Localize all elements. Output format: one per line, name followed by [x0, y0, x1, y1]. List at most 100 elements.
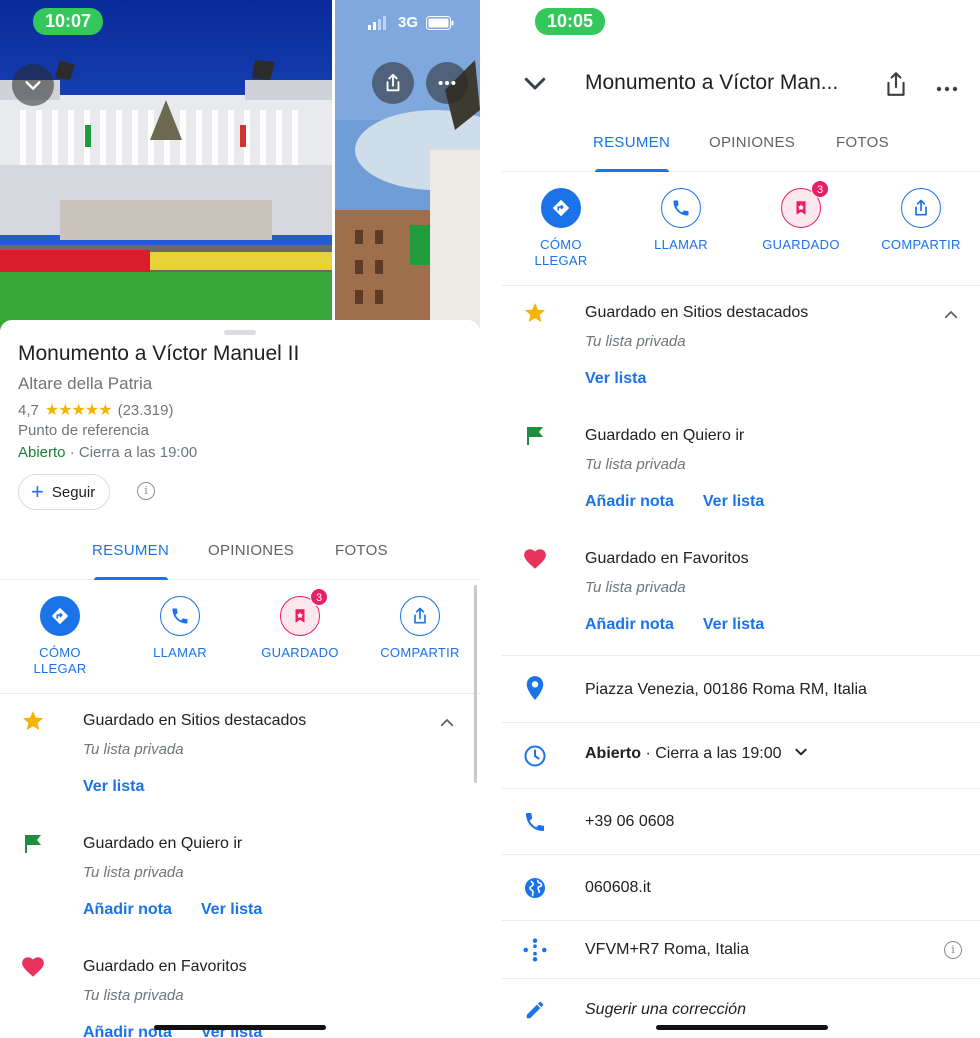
- hero-share-button[interactable]: [372, 62, 414, 104]
- follow-label: Seguir: [51, 483, 96, 501]
- tab-bar: RESUMEN OPINIONES FOTOS: [502, 114, 980, 172]
- signal-icon: [367, 15, 386, 30]
- collapse-button[interactable]: [12, 64, 54, 106]
- directions-button[interactable]: CÓMO LLEGAR: [0, 596, 120, 677]
- photo-carousel[interactable]: 10:07 3G: [0, 0, 480, 330]
- monument-photo[interactable]: [0, 0, 332, 330]
- tab-summary[interactable]: RESUMEN: [92, 522, 169, 580]
- add-note-link[interactable]: Añadir nota: [585, 493, 674, 511]
- place-category: Punto de referencia: [18, 422, 149, 439]
- scrollbar[interactable]: [474, 585, 477, 783]
- phone-icon: [160, 596, 200, 636]
- screen-divider: [480, 0, 502, 1038]
- website-row[interactable]: 060608.it: [502, 855, 980, 921]
- tab-reviews[interactable]: OPINIONES: [208, 522, 294, 580]
- add-note-link[interactable]: Añadir nota: [83, 901, 172, 919]
- heart-icon: [522, 546, 548, 572]
- hours-summary: Abierto · Cierra a las 19:00: [18, 444, 197, 461]
- chevron-up-icon: [440, 719, 454, 727]
- location-pin-icon: [522, 675, 548, 701]
- saved-list-title: Guardado en Favoritos: [83, 958, 247, 975]
- plus-icon: +: [31, 479, 44, 504]
- status-indicators: 3G: [367, 14, 454, 31]
- monument-side-photo[interactable]: [335, 0, 480, 330]
- saved-list-title: Guardado en Favoritos: [585, 550, 749, 567]
- open-status: Abierto: [585, 745, 641, 762]
- rating-value: 4,7: [18, 401, 39, 419]
- view-list-link[interactable]: Ver lista: [83, 778, 144, 796]
- collapse-lists-button[interactable]: [438, 714, 456, 737]
- left-screen: 10:07 3G Monumento a Víctor Manuel II Al: [0, 0, 480, 1038]
- view-list-link[interactable]: Ver lista: [703, 616, 764, 634]
- chevron-up-icon: [944, 311, 958, 319]
- bookmark-icon: 3: [781, 180, 829, 228]
- globe-icon: [522, 875, 548, 901]
- saved-count-badge: 3: [310, 588, 328, 606]
- share-icon: [901, 188, 941, 228]
- hours-row[interactable]: Abierto · Cierra a las 19:00: [502, 723, 980, 789]
- share-button[interactable]: COMPARTIR: [360, 596, 480, 661]
- header-more-button[interactable]: [936, 80, 958, 98]
- tab-reviews[interactable]: OPINIONES: [709, 114, 795, 172]
- home-indicator[interactable]: [154, 1025, 326, 1030]
- flag-icon: [522, 423, 548, 449]
- status-time: 10:05: [535, 8, 605, 35]
- hero-more-button[interactable]: [426, 62, 468, 104]
- saved-list-privacy: Tu lista privada: [585, 456, 686, 473]
- suggest-edit-text: Sugerir una corrección: [585, 1001, 746, 1018]
- phone-row[interactable]: +39 06 0608: [502, 789, 980, 855]
- header-share-button[interactable]: [883, 70, 909, 103]
- action-bar: CÓMO LLEGAR LLAMAR 3 GUARDADO COMPARTIR: [0, 580, 480, 694]
- saved-button[interactable]: 3 GUARDADO: [741, 180, 861, 253]
- share-icon: [400, 596, 440, 636]
- hours-text: Abierto · Cierra a las 19:00: [585, 745, 808, 763]
- chevron-down-icon[interactable]: [794, 745, 808, 759]
- heart-icon: [20, 954, 46, 980]
- saved-label: GUARDADO: [762, 237, 840, 252]
- call-label: LLAMAR: [654, 237, 708, 252]
- more-horizontal-icon: [936, 86, 958, 92]
- tab-photos[interactable]: FOTOS: [335, 522, 388, 580]
- tab-photos[interactable]: FOTOS: [836, 114, 889, 172]
- follow-button[interactable]: + Seguir: [18, 474, 111, 510]
- share-label: COMPARTIR: [881, 237, 961, 252]
- back-button[interactable]: [520, 68, 550, 103]
- view-list-link[interactable]: Ver lista: [703, 493, 764, 511]
- saved-list-privacy: Tu lista privada: [585, 579, 686, 596]
- plus-code-icon: [522, 937, 548, 963]
- collapse-lists-button[interactable]: [942, 306, 960, 329]
- info-icon[interactable]: i: [137, 482, 155, 500]
- saved-label: GUARDADO: [261, 645, 339, 660]
- view-list-link[interactable]: Ver lista: [201, 901, 262, 919]
- review-count: (23.319): [117, 401, 174, 419]
- call-button[interactable]: LLAMAR: [120, 596, 240, 661]
- open-status: Abierto: [18, 444, 66, 461]
- directions-button[interactable]: CÓMO LLEGAR: [502, 188, 621, 269]
- phone-icon: [522, 809, 548, 835]
- pencil-icon: [522, 997, 548, 1023]
- tab-bar: RESUMEN OPINIONES FOTOS: [0, 522, 480, 580]
- plus-code-row[interactable]: VFVM+R7 Roma, Italia i: [502, 921, 980, 979]
- address-row[interactable]: Piazza Venezia, 00186 Roma RM, Italia: [502, 657, 980, 723]
- rating-row[interactable]: 4,7 ★★★★★ (23.319): [18, 400, 173, 420]
- directions-label: CÓMO LLEGAR: [33, 645, 87, 676]
- saved-list-title: Guardado en Quiero ir: [83, 835, 243, 852]
- sheet-handle[interactable]: [224, 330, 256, 335]
- saved-list-privacy: Tu lista privada: [83, 741, 184, 758]
- network-label: 3G: [397, 14, 418, 31]
- chevron-down-icon: [25, 81, 41, 90]
- tab-summary[interactable]: RESUMEN: [593, 114, 670, 172]
- info-icon[interactable]: i: [944, 941, 962, 959]
- address-text: Piazza Venezia, 00186 Roma RM, Italia: [585, 681, 867, 698]
- directions-icon: [541, 188, 581, 228]
- add-note-link[interactable]: Añadir nota: [585, 616, 674, 634]
- call-button[interactable]: LLAMAR: [621, 188, 741, 253]
- view-list-link[interactable]: Ver lista: [585, 370, 646, 388]
- home-indicator[interactable]: [656, 1025, 828, 1030]
- saved-button[interactable]: 3 GUARDADO: [240, 588, 360, 661]
- plus-code-text: VFVM+R7 Roma, Italia: [585, 941, 750, 958]
- share-button[interactable]: COMPARTIR: [861, 188, 980, 253]
- flag-icon: [20, 831, 46, 857]
- closing-time: · Cierra a las 19:00: [641, 745, 782, 762]
- phone-text: +39 06 0608: [585, 813, 675, 830]
